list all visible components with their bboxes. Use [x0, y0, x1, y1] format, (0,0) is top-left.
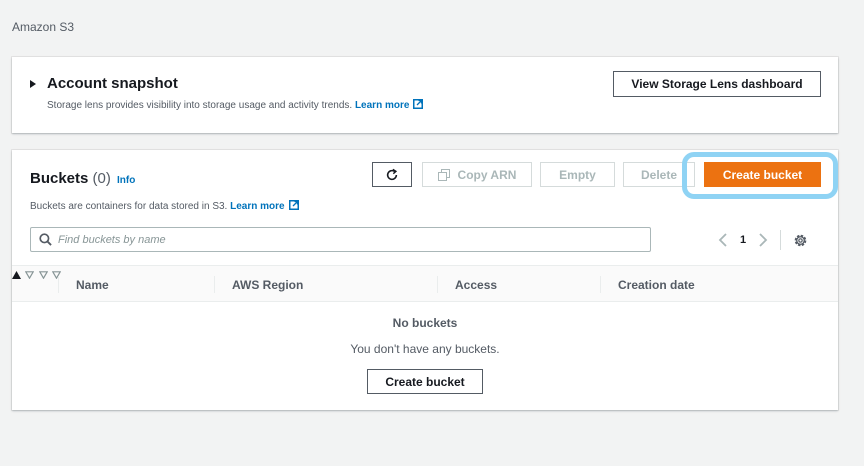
column-region-label: AWS Region: [232, 277, 304, 292]
column-divider: [437, 276, 438, 293]
column-divider: [214, 276, 215, 293]
copy-arn-label: Copy ARN: [457, 167, 517, 182]
column-header-aws-region[interactable]: AWS Region: [232, 266, 303, 303]
column-creation-date-label: Creation date: [618, 277, 695, 292]
sort-descending-icon[interactable]: [52, 271, 62, 280]
empty-state-title: No buckets: [392, 316, 458, 330]
empty-state-create-bucket-button[interactable]: Create bucket: [367, 369, 483, 394]
snapshot-description-text: Storage lens provides visibility into st…: [47, 100, 353, 111]
column-header-access[interactable]: Access: [455, 266, 497, 303]
sort-descending-icon[interactable]: [25, 271, 35, 280]
external-link-icon: [413, 99, 424, 109]
sort-descending-icon[interactable]: [38, 271, 49, 280]
account-snapshot-description: Storage lens provides visibility into st…: [47, 99, 424, 111]
column-divider: [600, 276, 601, 293]
column-divider: [58, 276, 59, 293]
current-page-number[interactable]: 1: [732, 234, 754, 246]
buckets-panel: Buckets (0) Info Buckets are containers …: [12, 150, 838, 410]
pagination: 1: [714, 230, 809, 250]
column-access-label: Access: [455, 277, 498, 292]
copy-arn-button[interactable]: Copy ARN: [422, 162, 532, 187]
snapshot-learn-more-label: Learn more: [354, 100, 410, 111]
table-header: Name AWS Region Access Creation date: [12, 265, 838, 302]
preferences-button[interactable]: [791, 231, 809, 249]
create-bucket-button[interactable]: Create bucket: [704, 162, 821, 187]
chevron-right-icon: [759, 233, 768, 247]
account-snapshot-panel: Account snapshot Storage lens provides v…: [12, 57, 838, 133]
buckets-description: Buckets are containers for data stored i…: [30, 200, 299, 212]
previous-page-button[interactable]: [714, 231, 732, 249]
sort-ascending-icon[interactable]: [12, 271, 21, 279]
next-page-button[interactable]: [754, 231, 772, 249]
snapshot-learn-more-link[interactable]: Learn more: [354, 99, 424, 111]
empty-button[interactable]: Empty: [540, 162, 615, 187]
delete-button[interactable]: Delete: [623, 162, 695, 187]
gear-icon: [794, 234, 806, 246]
column-header-creation-date[interactable]: Creation date: [618, 266, 695, 303]
refresh-icon: [386, 168, 398, 180]
copy-icon: [437, 168, 450, 181]
buckets-learn-more-label: Learn more: [230, 201, 285, 212]
external-link-icon: [288, 200, 299, 210]
buckets-count: (0): [92, 170, 111, 187]
column-header-name[interactable]: Name: [76, 266, 109, 303]
info-link[interactable]: Info: [117, 175, 135, 186]
empty-state-description: You don't have any buckets.: [350, 342, 500, 356]
view-storage-lens-dashboard-button[interactable]: View Storage Lens dashboard: [613, 71, 821, 97]
column-name-label: Name: [76, 277, 109, 292]
expand-caret-icon[interactable]: [30, 80, 36, 88]
search-icon: [39, 233, 52, 246]
pager-divider: [780, 230, 781, 250]
search-input[interactable]: [58, 233, 638, 246]
breadcrumb[interactable]: Amazon S3: [12, 20, 74, 34]
buckets-learn-more-link[interactable]: Learn more: [230, 200, 299, 212]
account-snapshot-title[interactable]: Account snapshot: [47, 75, 178, 92]
buckets-heading: Buckets (0): [30, 170, 111, 187]
chevron-left-icon: [718, 233, 727, 247]
buckets-description-text: Buckets are containers for data stored i…: [30, 201, 228, 212]
refresh-button[interactable]: [372, 162, 412, 187]
search-field[interactable]: [30, 227, 651, 252]
buckets-title: Buckets: [30, 170, 89, 187]
